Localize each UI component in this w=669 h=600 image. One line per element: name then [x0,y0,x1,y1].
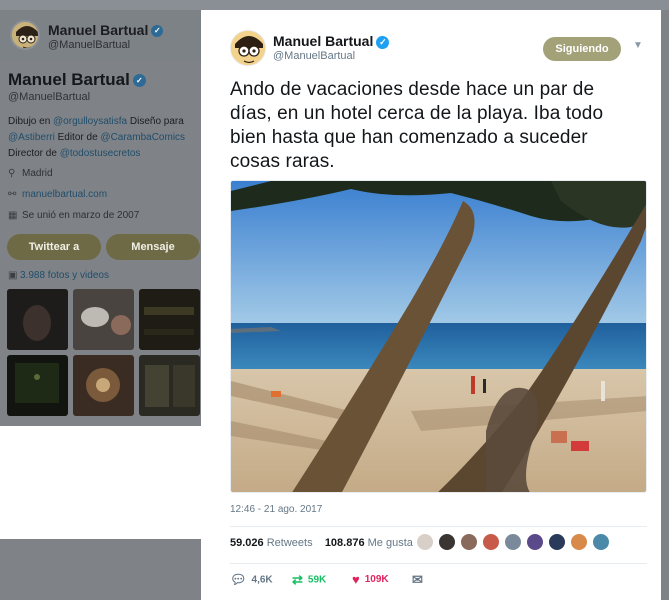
tweet-text: Ando de vacaciones desde hace un par de … [230,79,604,172]
retweets-label: Retweets [266,537,313,549]
bio-text: Editor de [54,132,101,143]
chevron-down-icon[interactable]: ▼ [633,40,643,51]
reply-button[interactable]: 💬︎ 4,6K [230,572,273,588]
mini-display-name-text: Manuel Bartual [48,22,149,38]
avatar[interactable] [416,533,434,551]
profile-handle: @ManuelBartual [8,91,91,103]
location-pin-icon: ⚲ [8,168,16,179]
likes-stat[interactable]: 108.876 Me gusta [325,537,413,549]
bio-text: Director de [8,148,60,159]
link-icon: ⚯ [8,189,17,200]
media-thumbnail[interactable] [73,289,134,350]
following-button[interactable]: Siguiendo [543,37,621,61]
bio-link-todostusecretos[interactable]: @todostusecretos [60,148,141,159]
photos-videos-link[interactable]: ▣ 3.988 fotos y videos [8,270,109,281]
tweet-photo[interactable] [230,180,647,493]
profile-joined: ▦ Se unió en marzo de 2007 [8,210,139,221]
author-name-text: Manuel Bartual [273,33,374,49]
retweets-stat[interactable]: 59.026 Retweets [230,537,313,549]
reply-icon: 💬︎ [230,572,247,587]
verified-badge-icon: ✓ [151,25,164,38]
divider [230,563,647,564]
author-name[interactable]: Manuel Bartual ✓ [273,33,390,49]
tweet-modal: Manuel Bartual ✓ @ManuelBartual Siguiendo… [201,10,661,600]
avatar[interactable] [570,533,588,551]
tweet-timestamp[interactable]: 12:46 - 21 ago. 2017 [230,504,322,515]
media-thumbnail[interactable] [7,289,68,350]
avatar[interactable] [438,533,456,551]
author-avatar[interactable] [230,30,266,66]
avatar[interactable] [482,533,500,551]
message-button[interactable]: Mensaje [106,234,200,260]
heart-icon: ♥ [352,572,360,587]
tweet-stats: 59.026 Retweets 108.876 Me gusta [230,537,413,549]
header-banner-strip [0,0,669,10]
reply-count: 4,6K [251,574,273,586]
likes-label: Me gusta [367,537,413,549]
divider [230,526,647,527]
profile-website[interactable]: ⚯ manuelbartual.com [8,189,107,200]
retweet-icon: ⇄ [292,572,303,587]
profile-bio: Dibujo en @orgulloysatisfa Diseño para @… [8,114,198,162]
bio-text: Diseño para [127,116,184,127]
tweet-to-button[interactable]: Twittear a [7,234,101,260]
media-thumbnail[interactable] [139,289,200,350]
author-handle[interactable]: @ManuelBartual [273,50,355,62]
mini-display-name[interactable]: Manuel Bartual ✓ [48,22,164,38]
photos-videos-text: 3.988 fotos y videos [20,270,109,281]
mini-avatar[interactable] [10,20,40,50]
avatar[interactable] [592,533,610,551]
avatar[interactable] [460,533,478,551]
profile-location: ⚲ Madrid [8,168,53,179]
verified-badge-icon: ✓ [132,74,146,88]
blank-panel [0,426,201,539]
verified-badge-icon: ✓ [376,35,390,49]
retweet-button[interactable]: ⇄ 59K [292,572,326,588]
retweet-count: 59K [307,574,327,586]
photo-icon: ▣ [8,270,18,281]
avatar[interactable] [548,533,566,551]
profile-name-text: Manuel Bartual [8,70,130,89]
bio-link-astiberri[interactable]: @Astiberri [8,132,55,143]
bio-text: Dibujo en [8,116,54,127]
retweets-count: 59.026 [230,537,264,549]
envelope-icon: ✉ [412,572,423,587]
avatar[interactable] [504,533,522,551]
website-link[interactable]: manuelbartual.com [22,189,107,200]
mini-profile-header: Manuel Bartual ✓ @ManuelBartual [0,10,201,60]
mini-handle: @ManuelBartual [48,39,131,51]
media-thumbnail[interactable] [73,355,134,416]
avatar[interactable] [526,533,544,551]
direct-message-button[interactable]: ✉ [412,572,428,588]
like-count: 109K [364,574,389,586]
bio-link-carambacomics[interactable]: @CarambaComics [100,132,185,143]
location-text: Madrid [22,168,53,179]
media-thumbnail[interactable] [7,355,68,416]
joined-text: Se unió en marzo de 2007 [22,210,140,221]
media-thumbnail[interactable] [139,355,200,416]
like-button[interactable]: ♥ 109K [352,572,389,587]
bio-link-orgulloysatisfa[interactable]: @orgulloysatisfa [53,116,127,127]
profile-name[interactable]: Manuel Bartual ✓ [8,70,146,90]
likes-count: 108.876 [324,537,365,549]
calendar-icon: ▦ [8,210,18,221]
